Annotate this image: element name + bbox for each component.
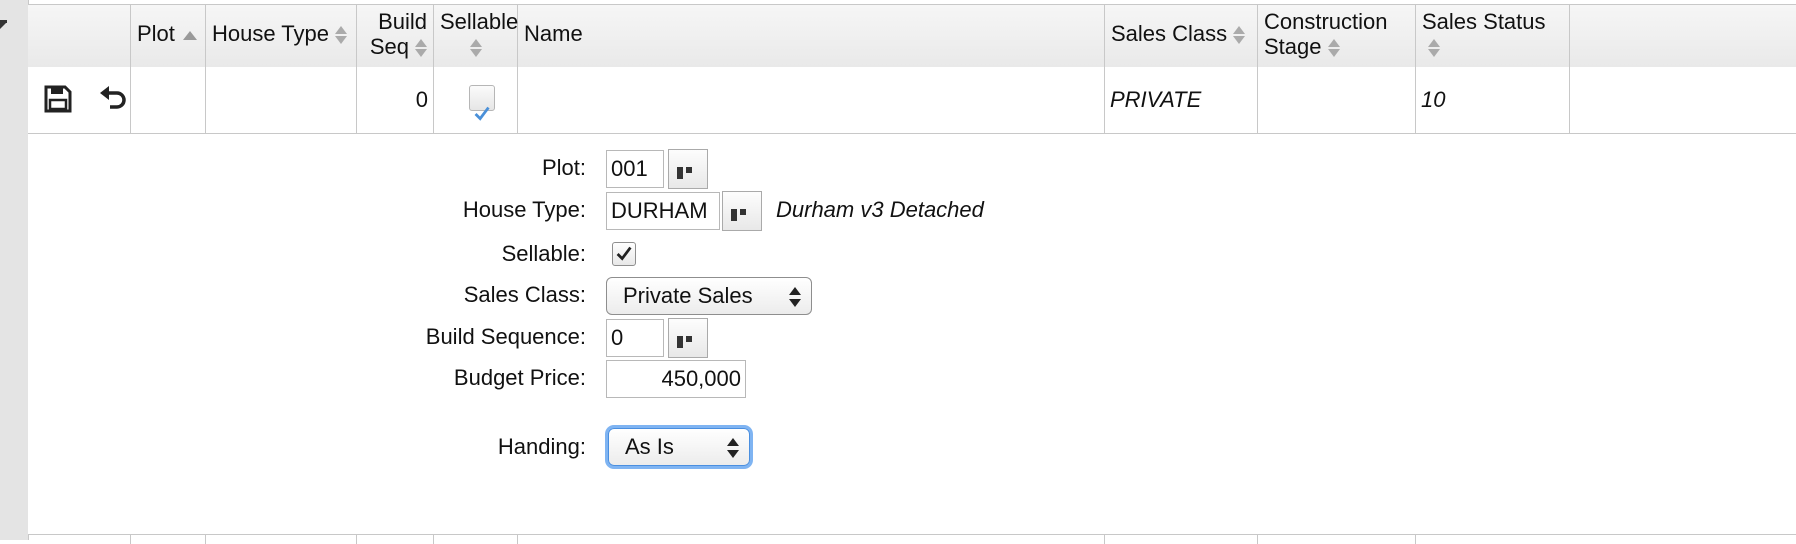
ellipsis-icon [731,209,755,221]
house-type-description: Durham v3 Detached [776,197,984,222]
sort-icon[interactable] [1428,38,1440,58]
sort-icon[interactable] [335,25,348,45]
undo-icon[interactable] [98,83,130,115]
sales-class-label: Sales Class: [463,282,586,307]
col-build-seq[interactable]: Build Seq [357,5,434,67]
sort-asc-icon[interactable] [182,30,197,40]
col-house-type[interactable]: House Type [206,5,357,67]
house-type-lookup-button[interactable] [722,191,762,231]
house-type-label: House Type: [462,197,586,222]
col-house-type-label: House Type [212,21,330,46]
col-sales-class[interactable]: Sales Class [1105,5,1258,67]
cell-build-seq[interactable]: 0 [357,67,434,133]
col-name[interactable]: Name [518,5,1105,67]
checkmark-icon [616,246,632,261]
sellable-checkbox[interactable] [469,85,495,121]
select-arrows-icon [789,287,801,307]
col-construction-stage[interactable]: Construction Stage [1258,5,1416,67]
col-sales-status-label: Sales Status [1422,9,1546,34]
col-sales-class-label: Sales Class [1111,21,1228,46]
handing-label: Handing: [497,434,586,459]
filter-arrow-icon[interactable] [0,22,7,29]
house-type-field[interactable]: DURHAM [606,192,720,230]
cell-sales-status[interactable]: 10 [1416,67,1570,133]
sellable-checkbox[interactable] [612,242,636,266]
col-construction-stage-label-1: Construction [1264,9,1388,34]
budget-price-label: Budget Price: [453,365,586,390]
cell-construction-stage[interactable] [1258,67,1416,133]
col-build-seq-label-2: Seq [369,34,409,59]
build-sequence-field[interactable]: 0 [606,319,664,357]
col-actions [28,5,131,67]
handing-select[interactable]: As Is [608,428,750,466]
sort-icon[interactable] [1327,38,1340,58]
col-sellable-label: Sellable [440,9,519,34]
ellipsis-icon [677,167,701,179]
grid-header: Plot House Type Build Seq Sellable Name … [28,4,1796,68]
sellable-label: Sellable: [501,241,586,266]
save-icon[interactable] [44,85,72,113]
row-actions [28,67,131,133]
col-sales-status[interactable]: Sales Status [1416,5,1570,67]
sort-icon[interactable] [415,38,427,58]
table-row[interactable]: 0 PRIVATE 10 [28,67,1796,134]
build-sequence-lookup-button[interactable] [668,318,708,358]
col-build-seq-label-1: Build [378,9,427,34]
plot-field[interactable]: 001 [606,150,664,188]
col-plot-label: Plot [137,21,175,46]
row-indicator-strip [0,0,29,540]
plot-label: Plot: [541,155,586,180]
col-plot[interactable]: Plot [131,5,206,67]
cell-plot[interactable] [131,67,206,133]
cell-house-type[interactable] [206,67,357,133]
plot-lookup-button[interactable] [668,149,708,189]
sort-icon[interactable] [1233,25,1246,45]
sales-class-select[interactable]: Private Sales [606,277,812,315]
col-sellable[interactable]: Sellable [434,5,518,67]
cell-name[interactable] [518,67,1105,133]
sort-icon[interactable] [469,38,482,58]
budget-price-field[interactable]: 450,000 [606,360,746,398]
cell-sales-class[interactable]: PRIVATE [1105,67,1258,133]
select-arrows-icon [727,438,739,458]
row-detail-form: Plot: 001 House Type: DURHAM Durham v3 D… [28,134,1796,535]
col-name-label: Name [524,21,583,46]
build-sequence-label: Build Sequence: [425,324,586,349]
cell-sellable[interactable] [434,67,518,133]
sales-class-value: Private Sales [623,283,753,308]
col-construction-stage-label-2: Stage [1264,34,1322,59]
handing-value: As Is [625,434,674,459]
checkmark-icon [474,106,490,121]
ellipsis-icon [677,336,701,348]
